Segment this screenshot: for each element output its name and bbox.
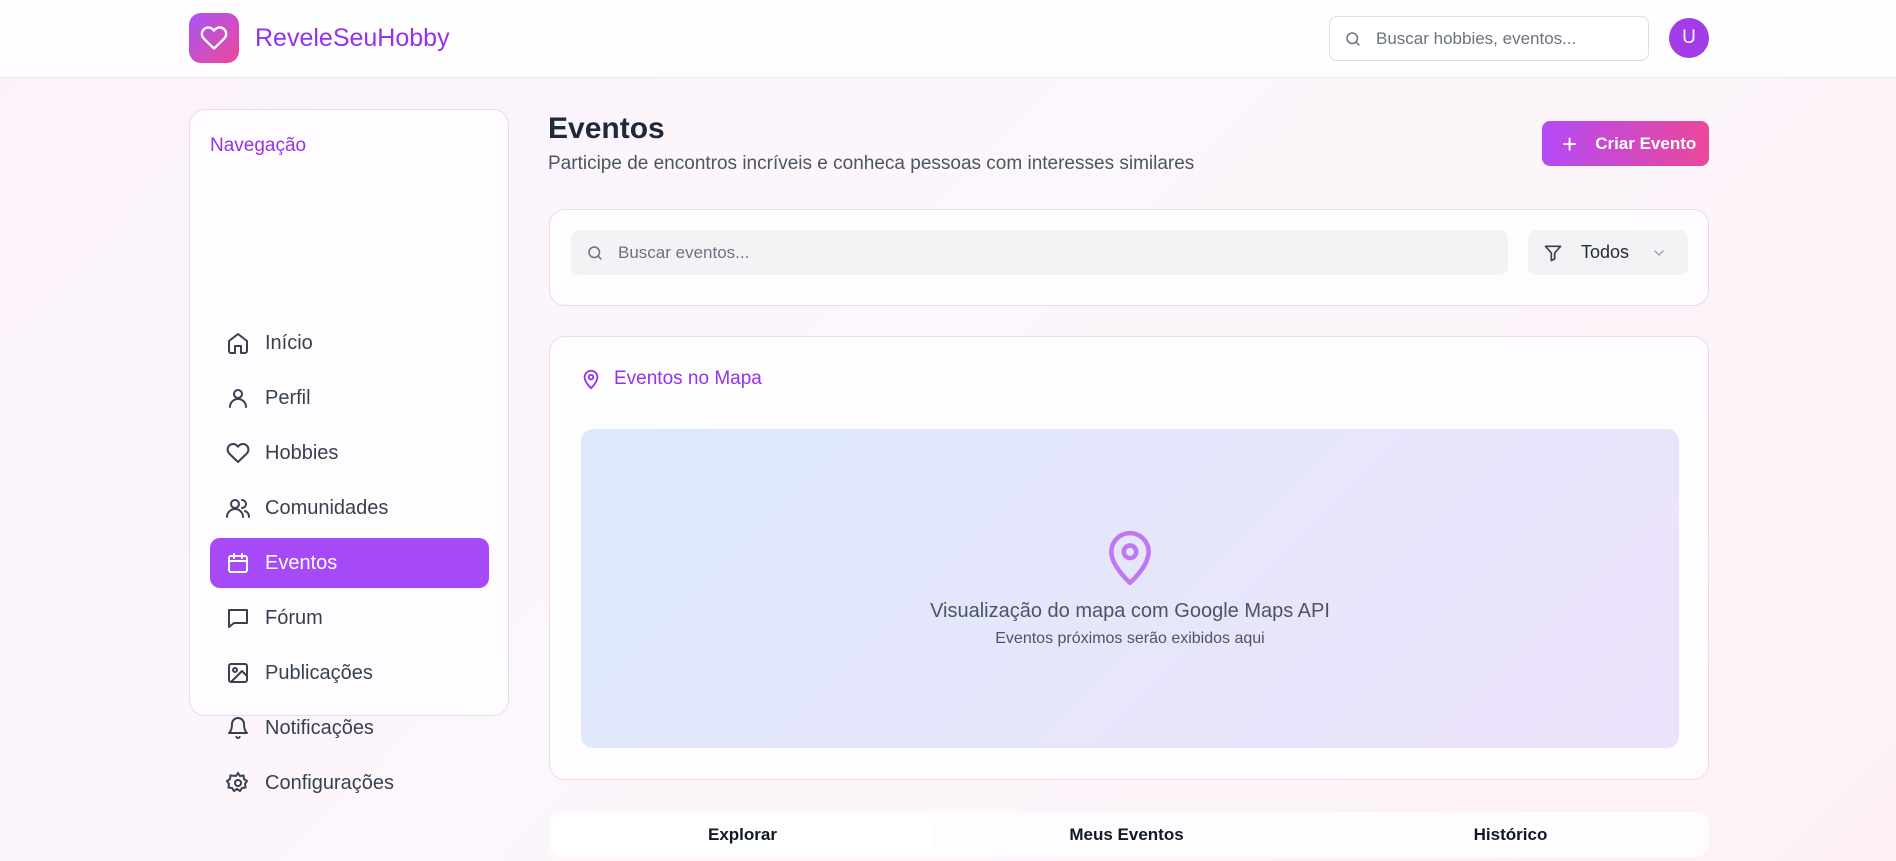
heart-logo-icon xyxy=(189,13,239,63)
plus-icon: + xyxy=(1562,128,1578,159)
event-search-placeholder: Buscar eventos... xyxy=(618,242,750,262)
sidebar-item-label: Publicações xyxy=(265,661,373,684)
page-title: Eventos xyxy=(548,112,665,145)
sidebar-item-notificacoes[interactable]: Notificações xyxy=(210,703,489,753)
brand-name: ReveleSeuHobby xyxy=(255,23,450,52)
sidebar-item-perfil[interactable]: Perfil xyxy=(210,373,489,423)
sidebar-item-forum[interactable]: Fórum xyxy=(210,593,489,643)
sidebar-item-eventos[interactable]: Eventos xyxy=(210,538,489,588)
settings-icon xyxy=(225,770,251,796)
create-event-button[interactable]: + Criar Evento xyxy=(1542,121,1709,166)
tab-explorar[interactable]: Explorar xyxy=(552,815,933,854)
event-search-input[interactable]: Buscar eventos... xyxy=(571,230,1508,275)
sidebar-item-hobbies[interactable]: Hobbies xyxy=(210,428,489,478)
page-subtitle: Participe de encontros incríveis e conhe… xyxy=(548,153,1195,174)
map-placeholder-subtitle: Eventos próximos serão exibidos aqui xyxy=(995,630,1265,647)
bell-icon xyxy=(225,715,251,741)
map-header: Eventos no Mapa xyxy=(580,367,762,391)
sidebar-item-comunidades[interactable]: Comunidades xyxy=(210,483,489,533)
users-icon xyxy=(225,495,251,521)
heart-icon xyxy=(225,440,251,466)
sidebar-item-label: Início xyxy=(265,331,313,354)
user-avatar[interactable]: U xyxy=(1669,18,1709,58)
message-icon xyxy=(225,605,251,631)
create-event-label: Criar Evento xyxy=(1595,133,1697,153)
map-placeholder[interactable]: Visualização do mapa com Google Maps API… xyxy=(581,429,1679,748)
sidebar-item-label: Fórum xyxy=(265,606,323,629)
sidebar-item-label: Eventos xyxy=(265,551,338,574)
sidebar-item-label: Configurações xyxy=(265,771,394,794)
map-pin-icon xyxy=(583,369,599,390)
map-placeholder-title: Visualização do mapa com Google Maps API xyxy=(930,600,1330,622)
chevron-down-icon xyxy=(1654,249,1664,256)
event-filter-select[interactable]: Todos xyxy=(1528,230,1688,275)
image-icon xyxy=(225,660,251,686)
search-icon xyxy=(588,245,602,260)
brand[interactable]: ReveleSeuHobby xyxy=(189,12,450,64)
global-search-placeholder: Buscar hobbies, eventos... xyxy=(1376,28,1577,48)
map-pin-icon xyxy=(1109,530,1151,586)
calendar-icon xyxy=(225,550,251,576)
home-icon xyxy=(225,330,251,356)
sidebar-item-inicio[interactable]: Início xyxy=(210,318,489,368)
search-icon xyxy=(1346,31,1360,46)
filter-value: Todos xyxy=(1581,242,1630,262)
event-filter-card: Buscar eventos... Todos xyxy=(549,209,1709,306)
event-map-card: Eventos no Mapa Visualização do mapa com… xyxy=(549,336,1709,780)
filter-icon xyxy=(1544,245,1562,261)
sidebar-item-publicacoes[interactable]: Publicações xyxy=(210,648,489,698)
tab-historico[interactable]: Histórico xyxy=(1320,815,1701,854)
sidebar: Navegação Início Perfil Hobbies Comunida… xyxy=(189,109,509,794)
event-tabs: Explorar Meus Eventos Histórico xyxy=(549,812,1709,857)
top-bar: ReveleSeuHobby Buscar hobbies, eventos..… xyxy=(0,0,1896,78)
sidebar-item-label: Comunidades xyxy=(265,496,389,519)
map-title: Eventos no Mapa xyxy=(614,368,762,389)
sidebar-item-label: Perfil xyxy=(265,386,311,409)
user-icon xyxy=(225,385,251,411)
sidebar-item-configuracoes[interactable]: Configurações xyxy=(210,758,489,808)
tab-meus-eventos[interactable]: Meus Eventos xyxy=(936,815,1317,854)
sidebar-item-label: Notificações xyxy=(265,716,374,739)
global-search-input[interactable]: Buscar hobbies, eventos... xyxy=(1329,16,1649,61)
sidebar-item-label: Hobbies xyxy=(265,441,339,464)
sidebar-title: Navegação xyxy=(210,135,307,156)
